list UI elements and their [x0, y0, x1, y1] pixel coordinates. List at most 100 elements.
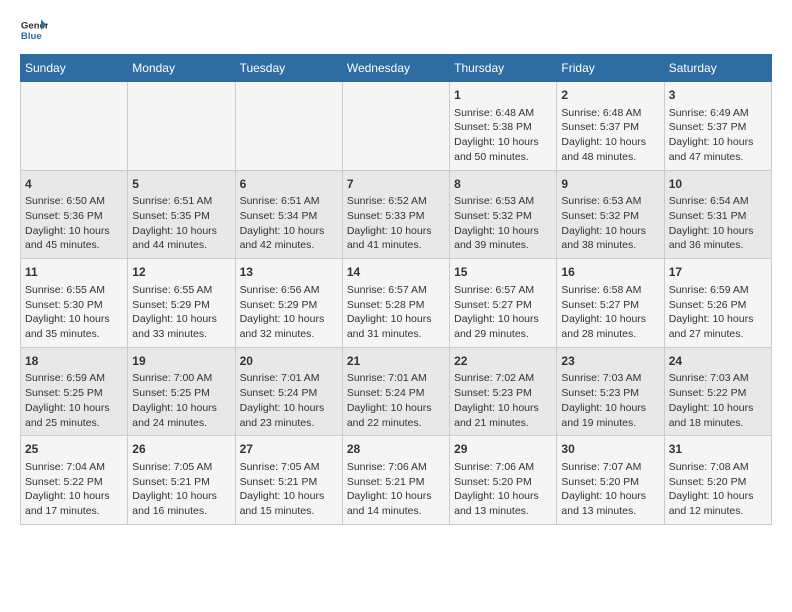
day-number: 22	[454, 353, 552, 370]
day-cell: 1 Sunrise: 6:48 AM Sunset: 5:38 PM Daylig…	[450, 82, 557, 171]
day-cell: 21Sunrise: 7:01 AM Sunset: 5:24 PM Dayli…	[342, 347, 449, 436]
column-header-wednesday: Wednesday	[342, 55, 449, 82]
day-number: 10	[669, 176, 767, 193]
column-header-friday: Friday	[557, 55, 664, 82]
day-number: 18	[25, 353, 123, 370]
day-number: 6	[240, 176, 338, 193]
day-number: 8	[454, 176, 552, 193]
day-cell	[21, 82, 128, 171]
day-cell	[235, 82, 342, 171]
day-info: Sunrise: 7:05 AM Sunset: 5:21 PM Dayligh…	[132, 460, 230, 519]
day-info: Sunrise: 6:59 AM Sunset: 5:25 PM Dayligh…	[25, 371, 123, 430]
day-number: 4	[25, 176, 123, 193]
day-cell: 17 Sunrise: 6:59 AM Sunset: 5:26 PM Dayli…	[664, 259, 771, 348]
day-info: Sunrise: 7:08 AM Sunset: 5:20 PM Dayligh…	[669, 460, 767, 519]
day-info: Sunrise: 7:04 AM Sunset: 5:22 PM Dayligh…	[25, 460, 123, 519]
day-number: 23	[561, 353, 659, 370]
column-header-thursday: Thursday	[450, 55, 557, 82]
day-info: Sunrise: 7:03 AM Sunset: 5:22 PM Dayligh…	[669, 371, 767, 430]
day-number: 25	[25, 441, 123, 458]
day-number: 20	[240, 353, 338, 370]
day-cell: 18Sunrise: 6:59 AM Sunset: 5:25 PM Dayli…	[21, 347, 128, 436]
day-info: Sunrise: 7:06 AM Sunset: 5:20 PM Dayligh…	[454, 460, 552, 519]
day-info: Sunrise: 7:01 AM Sunset: 5:24 PM Dayligh…	[347, 371, 445, 430]
day-number: 14	[347, 264, 445, 281]
day-cell: 30 Sunrise: 7:07 AM Sunset: 5:20 PM Dayli…	[557, 436, 664, 525]
day-number: 7	[347, 176, 445, 193]
day-info: Sunrise: 7:05 AM Sunset: 5:21 PM Dayligh…	[240, 460, 338, 519]
day-number: 31	[669, 441, 767, 458]
day-cell: 8Sunrise: 6:53 AM Sunset: 5:32 PM Daylig…	[450, 170, 557, 259]
day-cell: 20Sunrise: 7:01 AM Sunset: 5:24 PM Dayli…	[235, 347, 342, 436]
week-row-5: 25 Sunrise: 7:04 AM Sunset: 5:22 PM Dayli…	[21, 436, 772, 525]
day-number: 13	[240, 264, 338, 281]
day-cell: 10Sunrise: 6:54 AM Sunset: 5:31 PM Dayli…	[664, 170, 771, 259]
day-cell: 4Sunrise: 6:50 AM Sunset: 5:36 PM Daylig…	[21, 170, 128, 259]
day-cell: 19Sunrise: 7:00 AM Sunset: 5:25 PM Dayli…	[128, 347, 235, 436]
day-number: 27	[240, 441, 338, 458]
column-header-monday: Monday	[128, 55, 235, 82]
day-cell: 28 Sunrise: 7:06 AM Sunset: 5:21 PM Dayli…	[342, 436, 449, 525]
day-cell: 12 Sunrise: 6:55 AM Sunset: 5:29 PM Dayli…	[128, 259, 235, 348]
day-cell: 29 Sunrise: 7:06 AM Sunset: 5:20 PM Dayli…	[450, 436, 557, 525]
day-cell: 26 Sunrise: 7:05 AM Sunset: 5:21 PM Dayli…	[128, 436, 235, 525]
svg-text:Blue: Blue	[21, 31, 42, 42]
day-number: 29	[454, 441, 552, 458]
day-cell: 3Sunrise: 6:49 AM Sunset: 5:37 PM Daylig…	[664, 82, 771, 171]
day-cell: 13 Sunrise: 6:56 AM Sunset: 5:29 PM Dayli…	[235, 259, 342, 348]
day-cell: 24Sunrise: 7:03 AM Sunset: 5:22 PM Dayli…	[664, 347, 771, 436]
column-header-sunday: Sunday	[21, 55, 128, 82]
day-number: 28	[347, 441, 445, 458]
column-header-saturday: Saturday	[664, 55, 771, 82]
day-cell: 6Sunrise: 6:51 AM Sunset: 5:34 PM Daylig…	[235, 170, 342, 259]
week-row-4: 18Sunrise: 6:59 AM Sunset: 5:25 PM Dayli…	[21, 347, 772, 436]
logo: General Blue	[20, 16, 48, 44]
day-info: Sunrise: 7:06 AM Sunset: 5:21 PM Dayligh…	[347, 460, 445, 519]
day-cell: 23Sunrise: 7:03 AM Sunset: 5:23 PM Dayli…	[557, 347, 664, 436]
calendar-table: SundayMondayTuesdayWednesdayThursdayFrid…	[20, 54, 772, 525]
day-cell: 27 Sunrise: 7:05 AM Sunset: 5:21 PM Dayli…	[235, 436, 342, 525]
day-cell: 22Sunrise: 7:02 AM Sunset: 5:23 PM Dayli…	[450, 347, 557, 436]
day-info: Sunrise: 6:58 AM Sunset: 5:27 PM Dayligh…	[561, 283, 659, 342]
day-cell: 25 Sunrise: 7:04 AM Sunset: 5:22 PM Dayli…	[21, 436, 128, 525]
day-info: Sunrise: 6:51 AM Sunset: 5:34 PM Dayligh…	[240, 194, 338, 253]
day-info: Sunrise: 7:03 AM Sunset: 5:23 PM Dayligh…	[561, 371, 659, 430]
day-number: 12	[132, 264, 230, 281]
day-number: 30	[561, 441, 659, 458]
day-info: Sunrise: 6:56 AM Sunset: 5:29 PM Dayligh…	[240, 283, 338, 342]
day-number: 19	[132, 353, 230, 370]
day-cell	[342, 82, 449, 171]
day-info: Sunrise: 6:54 AM Sunset: 5:31 PM Dayligh…	[669, 194, 767, 253]
day-number: 21	[347, 353, 445, 370]
day-info: Sunrise: 7:02 AM Sunset: 5:23 PM Dayligh…	[454, 371, 552, 430]
day-info: Sunrise: 6:55 AM Sunset: 5:30 PM Dayligh…	[25, 283, 123, 342]
week-row-2: 4Sunrise: 6:50 AM Sunset: 5:36 PM Daylig…	[21, 170, 772, 259]
day-info: Sunrise: 6:53 AM Sunset: 5:32 PM Dayligh…	[561, 194, 659, 253]
day-info: Sunrise: 6:48 AM Sunset: 5:37 PM Dayligh…	[561, 106, 659, 165]
day-cell: 2 Sunrise: 6:48 AM Sunset: 5:37 PM Daylig…	[557, 82, 664, 171]
day-info: Sunrise: 6:49 AM Sunset: 5:37 PM Dayligh…	[669, 106, 767, 165]
day-info: Sunrise: 6:59 AM Sunset: 5:26 PM Dayligh…	[669, 283, 767, 342]
day-info: Sunrise: 6:55 AM Sunset: 5:29 PM Dayligh…	[132, 283, 230, 342]
day-number: 24	[669, 353, 767, 370]
day-number: 9	[561, 176, 659, 193]
day-cell: 15Sunrise: 6:57 AM Sunset: 5:27 PM Dayli…	[450, 259, 557, 348]
day-info: Sunrise: 6:52 AM Sunset: 5:33 PM Dayligh…	[347, 194, 445, 253]
day-number: 1	[454, 87, 552, 104]
day-info: Sunrise: 7:00 AM Sunset: 5:25 PM Dayligh…	[132, 371, 230, 430]
day-info: Sunrise: 6:57 AM Sunset: 5:28 PM Dayligh…	[347, 283, 445, 342]
week-row-3: 11Sunrise: 6:55 AM Sunset: 5:30 PM Dayli…	[21, 259, 772, 348]
logo-icon: General Blue	[20, 16, 48, 44]
day-cell: 9Sunrise: 6:53 AM Sunset: 5:32 PM Daylig…	[557, 170, 664, 259]
column-header-tuesday: Tuesday	[235, 55, 342, 82]
day-number: 2	[561, 87, 659, 104]
day-number: 15	[454, 264, 552, 281]
day-number: 26	[132, 441, 230, 458]
day-info: Sunrise: 6:53 AM Sunset: 5:32 PM Dayligh…	[454, 194, 552, 253]
day-info: Sunrise: 6:48 AM Sunset: 5:38 PM Dayligh…	[454, 106, 552, 165]
day-info: Sunrise: 7:07 AM Sunset: 5:20 PM Dayligh…	[561, 460, 659, 519]
day-number: 17	[669, 264, 767, 281]
day-number: 16	[561, 264, 659, 281]
day-info: Sunrise: 7:01 AM Sunset: 5:24 PM Dayligh…	[240, 371, 338, 430]
day-number: 5	[132, 176, 230, 193]
